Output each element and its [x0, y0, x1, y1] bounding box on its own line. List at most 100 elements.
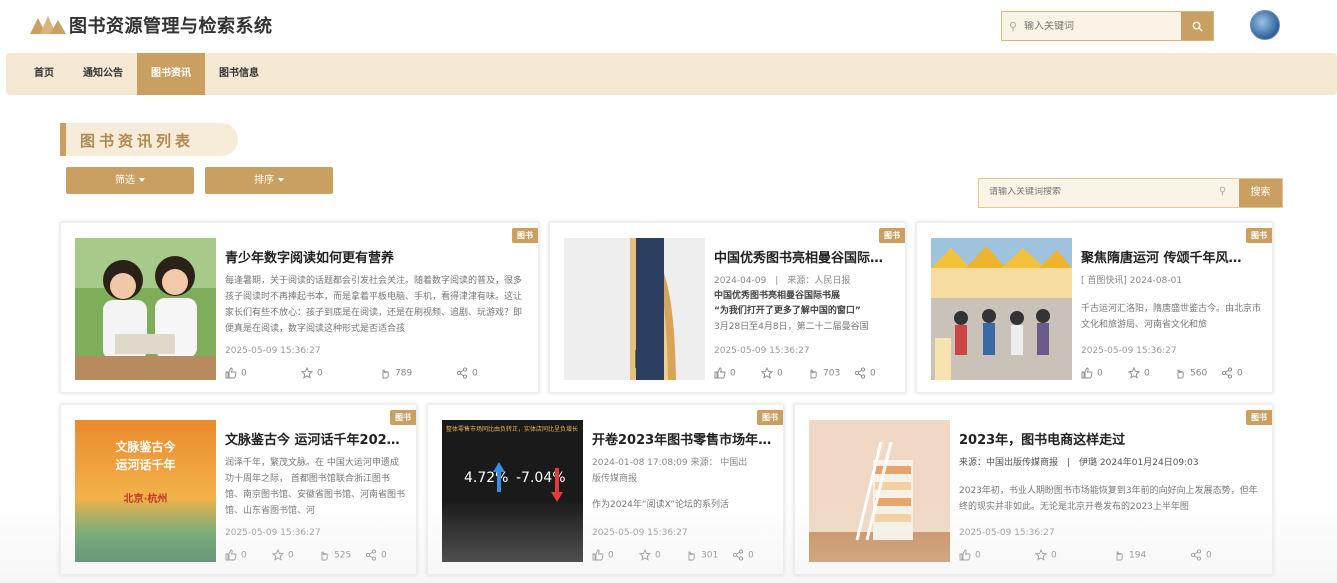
share-stat[interactable]: 0 [456, 367, 478, 379]
news-title[interactable]: 中国优秀图书亮相曼谷国际... [714, 247, 884, 266]
share-stat[interactable]: 0 [365, 549, 387, 561]
share-count: 0 [748, 550, 754, 561]
favorite-stat[interactable]: 0 [271, 548, 294, 561]
news-card[interactable]: 图书 青少年数字阅读如何更有营养 每逢暑期，关于阅读的话题都会引发社会关注。随着… [60, 222, 539, 393]
news-summary: 千古运河汇洛阳，隋唐盛世鉴古今。由北京市文化和旅游局、河南省文化和旅 [1081, 304, 1262, 330]
share-count: 0 [1206, 550, 1212, 561]
news-card[interactable]: 图书 文脉鉴古今 运河话千年 北京·杭州 文脉鉴古今 运河话千年2024... … [60, 404, 417, 575]
click-stat: 789 [379, 367, 412, 379]
favorite-stat[interactable]: 0 [638, 548, 661, 561]
favorite-count: 0 [1051, 550, 1057, 561]
news-card[interactable]: 图书 2023年，图书电商这样走过 来源：中国出版传媒商报 | 伊璐 2024年… [794, 404, 1273, 575]
like-stat[interactable]: 0 [225, 367, 247, 379]
list-search-button[interactable]: 搜索 [1239, 179, 1282, 207]
news-title[interactable]: 聚焦隋唐运河 传颂千年风雅... [1081, 247, 1251, 266]
click-stat: 194 [1113, 549, 1146, 561]
news-thumbnail[interactable]: 文脉鉴古今 运河话千年 北京·杭州 [75, 420, 216, 562]
category-tag: 图书 [390, 410, 416, 425]
share-stat[interactable]: 0 [1190, 549, 1212, 561]
star-icon [1127, 366, 1141, 379]
news-summary: 每逢暑期，关于阅读的话题都会引发社会关注。随着数字阅读的普及，很多孩子阅读时不再… [225, 276, 523, 334]
news-thumbnail[interactable]: 整体零售市场同比由负转正，实体店同比呈负增长 4.72% -7.04% [442, 420, 583, 562]
news-headline-line: 中国优秀图书亮相曼谷国际书展 [714, 291, 841, 301]
news-card[interactable]: 图书 中国优秀图书亮相曼谷国际... 2024-04-09 | 来源：人民日报 … [549, 222, 906, 393]
arrow-up-icon [493, 462, 505, 492]
share-stat[interactable]: 0 [854, 367, 876, 379]
like-stat[interactable]: 0 [714, 367, 736, 379]
filter-button[interactable]: 筛选 [66, 167, 194, 194]
header-search-input[interactable] [1024, 20, 1180, 32]
news-summary: 作为2024年“阅读X”论坛的系列活 [592, 500, 730, 510]
news-meta: 来源：中国出版传媒商报 | 伊璐 2024年01月24日09:03 [959, 458, 1199, 468]
news-title[interactable]: 开卷2023年图书零售市场年... [592, 429, 772, 448]
news-thumbnail[interactable] [564, 238, 705, 380]
favorite-stat[interactable]: 0 [760, 366, 783, 379]
pointer-hand-icon [321, 551, 328, 561]
pointer-hand-icon [688, 551, 695, 561]
news-thumbnail[interactable] [75, 238, 216, 380]
news-stats: 0 0 301 0 [592, 548, 777, 563]
share-icon [1190, 549, 1202, 561]
sort-button[interactable]: 排序 [205, 167, 333, 194]
news-thumbnail[interactable] [809, 420, 950, 562]
news-stats: 0 0 703 0 [714, 366, 899, 381]
news-thumbnail[interactable] [931, 238, 1072, 380]
user-avatar[interactable] [1250, 10, 1280, 40]
news-stats: 0 0 789 0 [225, 366, 525, 381]
share-icon [732, 549, 744, 561]
favorite-count: 0 [1144, 368, 1150, 379]
thumbs-up-icon [714, 367, 726, 379]
caret-down-icon [278, 178, 284, 182]
like-stat[interactable]: 0 [592, 549, 614, 561]
like-stat[interactable]: 0 [225, 549, 247, 561]
nav-item-book-info[interactable]: 图书信息 [213, 53, 265, 95]
star-icon [300, 366, 314, 379]
search-icon [1192, 21, 1203, 32]
thumbs-up-icon [1081, 367, 1093, 379]
category-tag: 图书 [1246, 228, 1272, 243]
share-stat[interactable]: 0 [1221, 367, 1243, 379]
nav-item-book-news[interactable]: 图书资讯 [137, 53, 205, 95]
thumbs-up-icon [592, 549, 604, 561]
favorite-count: 0 [317, 368, 323, 379]
news-title[interactable]: 青少年数字阅读如何更有营养 [225, 247, 515, 266]
like-count: 0 [608, 550, 614, 561]
favorite-stat[interactable]: 0 [300, 366, 323, 379]
category-tag: 图书 [757, 410, 783, 425]
list-search-input[interactable] [989, 187, 1209, 197]
filter-label: 筛选 [115, 175, 135, 186]
star-icon [1034, 548, 1048, 561]
click-count: 525 [334, 550, 352, 561]
favorite-stat[interactable]: 0 [1127, 366, 1150, 379]
nav-item-home[interactable]: 首页 [20, 53, 68, 95]
section-title: 图书资讯列表 [80, 132, 195, 150]
news-meta: 2024-01-08 17:08:09 来源： 中国出版传媒商报 [592, 458, 748, 484]
like-stat[interactable]: 0 [959, 549, 981, 561]
like-count: 0 [241, 368, 247, 379]
like-count: 0 [1097, 368, 1103, 379]
share-icon [365, 549, 377, 561]
news-card[interactable]: 图书 整体零售市场同比由负转正，实体店同比呈负增长 4.72% -7.04% 开… [427, 404, 784, 575]
site-logo[interactable]: 图书资源管理与检索系统 [30, 12, 273, 38]
click-stat: 703 [807, 367, 840, 379]
logo-icon [30, 16, 66, 34]
news-stats: 0 0 560 0 [1081, 366, 1266, 381]
click-count: 560 [1190, 368, 1208, 379]
like-stat[interactable]: 0 [1081, 367, 1103, 379]
favorite-stat[interactable]: 0 [1034, 548, 1057, 561]
search-icon: ⚲ [1219, 186, 1227, 197]
favorite-count: 0 [655, 550, 661, 561]
category-tag: 图书 [512, 228, 538, 243]
share-count: 0 [472, 368, 478, 379]
pointer-hand-icon [810, 369, 817, 379]
news-time: 2025-05-09 15:36:27 [714, 346, 810, 356]
news-summary-text: 3月28日至4月8日，第二十二届曼谷国 [714, 322, 869, 332]
star-icon [271, 548, 285, 561]
news-title[interactable]: 2023年，图书电商这样走过 [959, 429, 1249, 448]
nav-item-notices[interactable]: 通知公告 [76, 53, 130, 95]
news-title[interactable]: 文脉鉴古今 运河话千年2024... [225, 429, 405, 448]
news-card[interactable]: 图书 聚焦隋唐运河 传颂千年风雅... [ 首图快讯] 2024-08-01 千… [916, 222, 1273, 393]
share-stat[interactable]: 0 [732, 549, 754, 561]
header-search-button[interactable] [1181, 12, 1213, 40]
header-search: ⚲ [1001, 11, 1214, 41]
